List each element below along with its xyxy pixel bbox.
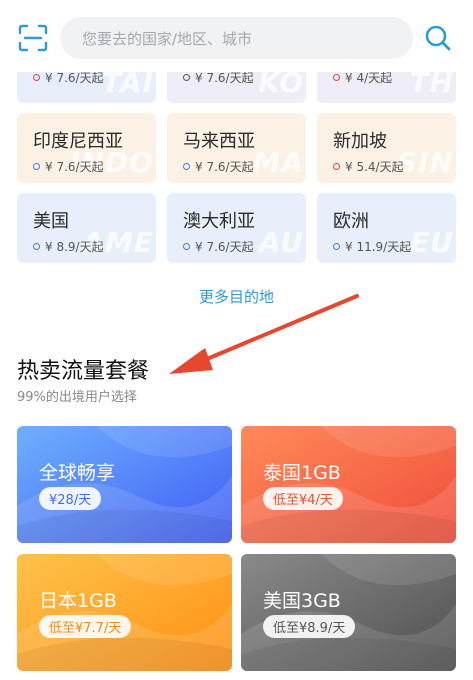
ring-dot-icon (333, 163, 340, 170)
destination-price: ¥ 7.6/天起 (195, 160, 254, 174)
destination-price: ¥ 5.4/天起 (345, 160, 404, 174)
ring-dot-icon (183, 243, 190, 250)
destination-name: 新加坡 (333, 131, 387, 152)
scan-icon[interactable] (18, 24, 48, 52)
destination-price: ¥ 7.6/天起 (195, 240, 254, 254)
package-name: 泰国1GB (263, 462, 341, 484)
destination-price: ¥ 8.9/天起 (45, 240, 104, 254)
ring-dot-icon (33, 243, 40, 250)
destination-price-row: ¥ 7.6/天起 (183, 238, 254, 255)
destination-price-row: ¥ 11.9/天起 (333, 238, 411, 255)
ring-dot-icon (183, 74, 190, 81)
package-price-badge: 低至¥7.7/天 (39, 615, 132, 638)
destination-card[interactable]: AU 澳大利亚 ¥ 7.6/天起 (167, 193, 306, 263)
destination-watermark: MA (252, 146, 304, 179)
hot-section-title: 热卖流量套餐 (17, 359, 150, 384)
destination-name: 澳大利亚 (183, 211, 255, 232)
package-card[interactable]: 日本1GB 低至¥7.7/天 (17, 554, 232, 671)
ring-dot-icon (333, 74, 340, 81)
destination-price-row: ¥ 7.6/天起 (183, 158, 254, 175)
destination-card[interactable]: MA 马来西亚 ¥ 7.6/天起 (167, 113, 306, 183)
destination-card[interactable]: SIN 新加坡 ¥ 5.4/天起 (317, 113, 456, 183)
ring-dot-icon (33, 163, 40, 170)
ring-dot-icon (33, 74, 40, 81)
destination-name: 印度尼西亚 (33, 131, 123, 152)
destination-price-row: ¥ 7.6/天起 (33, 158, 104, 175)
destination-watermark: AU (258, 226, 304, 259)
destination-watermark: EU (410, 226, 454, 259)
ring-dot-icon (333, 243, 340, 250)
package-price-badge: 低至¥8.9/天 (263, 615, 356, 638)
package-price-badge: 低至¥4/天 (263, 487, 343, 510)
package-price-badge: ¥28/天 (39, 487, 102, 510)
destination-price-row: ¥ 8.9/天起 (33, 238, 104, 255)
package-card[interactable]: 泰国1GB 低至¥4/天 (241, 426, 456, 543)
destination-name: 美国 (33, 211, 69, 232)
destination-price: ¥ 7.6/天起 (45, 160, 104, 174)
destination-name: 马来西亚 (183, 131, 255, 152)
destination-watermark: SIN (396, 146, 454, 179)
package-card[interactable]: 美国3GB 低至¥8.9/天 (241, 554, 456, 671)
search-input[interactable]: 您要去的国家/地区、城市 (60, 17, 413, 59)
search-icon[interactable] (424, 24, 452, 52)
destination-card[interactable]: INDO 印度尼西亚 ¥ 7.6/天起 (17, 113, 156, 183)
destination-card[interactable]: EU 欧洲 ¥ 11.9/天起 (317, 193, 456, 263)
destination-price-row: ¥ 5.4/天起 (333, 158, 404, 175)
package-name: 日本1GB (39, 590, 117, 612)
destination-price: ¥ 11.9/天起 (345, 240, 412, 254)
hot-section-subtitle: 99%的出境用户选择 (17, 390, 137, 405)
destination-card[interactable]: AME 美国 ¥ 8.9/天起 (17, 193, 156, 263)
destination-name: 欧洲 (333, 211, 369, 232)
package-name: 美国3GB (263, 590, 341, 612)
search-placeholder: 您要去的国家/地区、城市 (82, 30, 253, 48)
top-bar: 您要去的国家/地区、城市 (0, 0, 473, 72)
package-card[interactable]: 全球畅享 ¥28/天 (17, 426, 232, 543)
arrow-annotation (169, 294, 359, 374)
ring-dot-icon (183, 163, 190, 170)
package-name: 全球畅享 (39, 462, 116, 484)
